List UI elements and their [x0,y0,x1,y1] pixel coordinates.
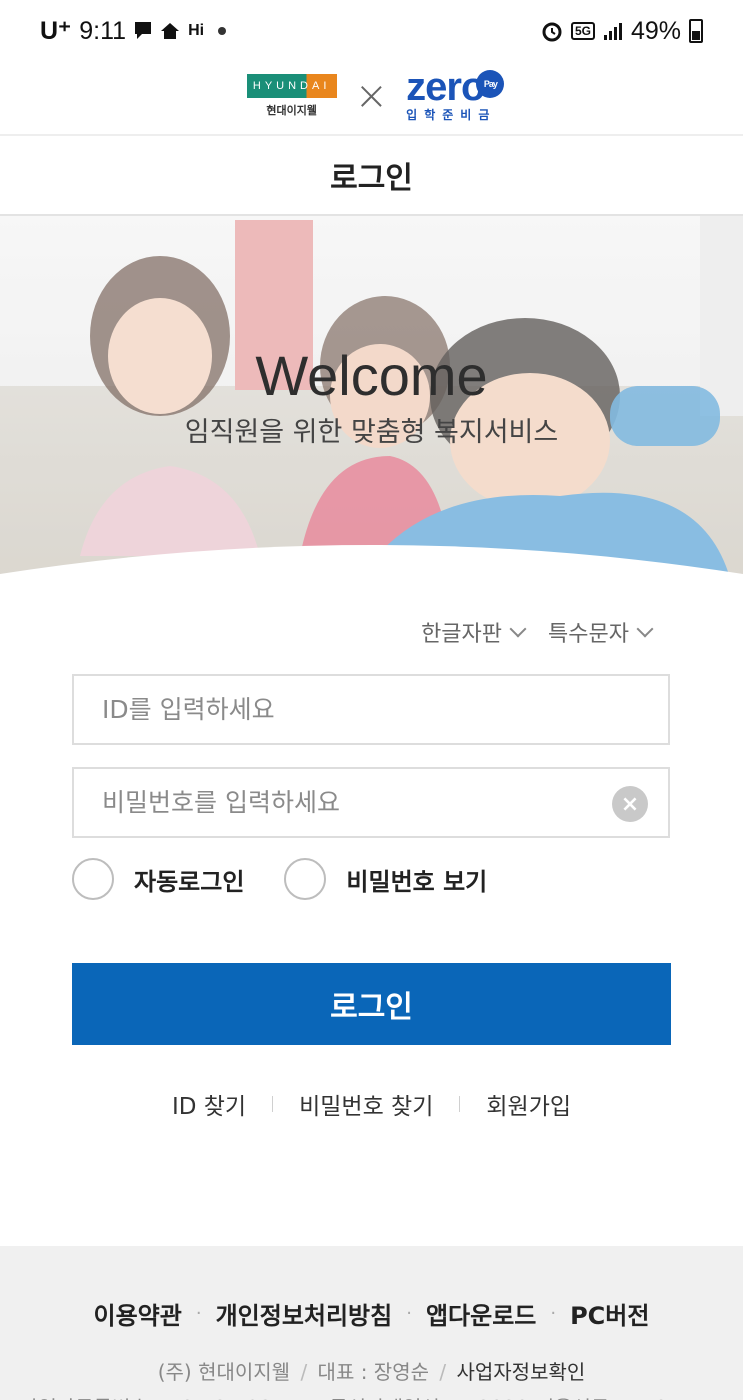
hero-text: Welcome 임직원을 위한 맞춤형 복지서비스 [0,344,743,449]
show-password-radio-icon[interactable] [284,858,327,900]
zero-text: zero [406,64,485,109]
signup-link[interactable]: 회원가입 [486,1087,571,1121]
alarm-icon [541,20,563,42]
special-chars-label: 특수문자 [548,622,629,647]
company-info: (주) 현대이지웰 / 대표 : 장영순 / 사업자정보확인 [0,1356,743,1385]
battery-percent: 49% [630,16,681,45]
id-field [72,674,670,745]
find-password-link[interactable]: 비밀번호 찾기 [299,1087,433,1121]
hero-banner: Welcome 임직원을 위한 맞춤형 복지서비스 [0,216,743,578]
clock: 9:11 [79,16,127,45]
chevron-down-icon [636,620,654,638]
hi-label: Hi [188,22,205,39]
hyundai-sub-label: 현대이지웰 [266,104,317,117]
show-password-checkbox[interactable]: 비밀번호 보기 [284,858,487,900]
password-input[interactable] [74,769,668,836]
signal-icon [603,21,623,41]
chevron-down-icon [509,620,527,638]
password-field: × [72,767,670,838]
footer-dot: · [195,1303,202,1324]
app-download-link[interactable]: 앱다운로드 [426,1296,536,1331]
privacy-link[interactable]: 개인정보처리방침 [216,1296,393,1331]
pc-version-link[interactable]: PC버전 [570,1296,649,1331]
hyundai-ezwel-logo[interactable]: HYUNDAI 현대이지웰 [246,74,337,118]
zeropay-logo[interactable]: zero Pay 입학준비금 [406,67,505,123]
hero-title: Welcome [255,344,488,407]
hero-subtitle: 임직원을 위한 맞춤형 복지서비스 [184,417,559,448]
title-bar: 로그인 [0,134,743,216]
status-left: U⁺ 9:11 Hi [40,16,227,46]
business-info-link[interactable]: 사업자정보확인 [456,1360,585,1384]
footer-dot: · [406,1303,412,1324]
cross-icon: × [354,73,389,119]
status-right: 5G 49% [541,17,703,46]
message-icon [134,21,152,41]
show-password-label: 비밀번호 보기 [346,867,488,896]
special-chars-toggle[interactable]: 특수문자 [548,616,654,648]
company-name: (주) 현대이지웰 [157,1360,291,1384]
id-input[interactable] [74,676,668,743]
footer-links: 이용약관 · 개인정보처리방침 · 앱다운로드 · PC버전 [0,1296,743,1331]
auto-login-checkbox[interactable]: 자동로그인 [72,858,244,900]
keyboard-options: 한글자판 특수문자 [421,616,654,648]
auto-login-label: 자동로그인 [134,867,245,896]
notification-dot [218,27,227,35]
pay-badge: Pay [476,69,505,98]
network-5g-icon: 5G [570,22,595,40]
divider [272,1096,274,1112]
carrier-label: U⁺ [40,17,72,45]
terms-link[interactable]: 이용약관 [94,1296,182,1331]
battery-icon [689,19,703,43]
hyundai-wordmark: HYUNDAI [246,74,337,98]
auto-login-radio-icon[interactable] [72,858,114,900]
slash-divider: / [439,1360,447,1384]
slash-divider: / [300,1360,308,1384]
account-links: ID 찾기 비밀번호 찾기 회원가입 [0,1087,743,1121]
clear-icon[interactable]: × [612,786,648,822]
footer-dot: · [550,1303,557,1324]
find-id-link[interactable]: ID 찾기 [172,1087,246,1121]
korean-keypad-label: 한글자판 [421,622,503,647]
footer: 이용약관 · 개인정보처리방침 · 앱다운로드 · PC버전 (주) 현대이지웰… [0,1246,743,1400]
status-bar: U⁺ 9:11 Hi 5G 49% [0,0,743,62]
zero-wordmark: zero Pay [406,67,505,107]
login-options: 자동로그인 비밀번호 보기 [72,858,487,900]
ceo-name: 대표 : 장영순 [317,1360,429,1384]
divider [459,1096,461,1112]
korean-keypad-toggle[interactable]: 한글자판 [421,616,527,648]
login-button[interactable]: 로그인 [72,963,671,1045]
registration-info: 사업자등록번호 : 101-81-98575 / 통신판매업신고 : 2020-… [20,1392,667,1400]
page-title: 로그인 [330,161,413,196]
brand-header: HYUNDAI 현대이지웰 × zero Pay 입학준비금 [0,58,743,134]
home-icon [160,22,180,40]
